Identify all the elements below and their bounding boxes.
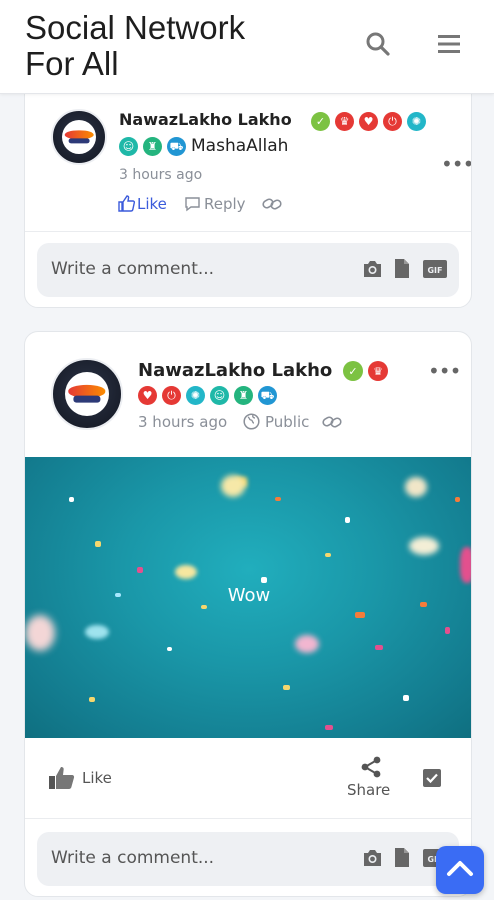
- comment-input[interactable]: Write a comment... GIF: [37, 832, 459, 886]
- menu-icon[interactable]: [437, 33, 461, 59]
- verified-badge-icon: ✓: [311, 112, 330, 131]
- smile-badge-icon: ☺: [210, 386, 229, 405]
- heart-badge-icon: ♥: [138, 386, 157, 405]
- sun-badge-icon: ✺: [186, 386, 205, 405]
- share-icon[interactable]: [360, 756, 382, 782]
- like-button[interactable]: Like: [137, 195, 167, 213]
- media-caption: Wow: [227, 585, 271, 606]
- link-icon[interactable]: [321, 413, 343, 435]
- thumbs-up-icon[interactable]: [118, 195, 136, 216]
- smile-badge-icon: ☺: [119, 137, 138, 156]
- comment-placeholder: Write a comment...: [51, 848, 215, 868]
- comment-author[interactable]: NawazLakho Lakho: [119, 110, 292, 129]
- post-time: 3 hours ago: [138, 413, 228, 431]
- search-icon[interactable]: [365, 31, 391, 61]
- camera-icon[interactable]: [362, 260, 383, 282]
- trophy-badge-icon: ♜: [143, 137, 162, 156]
- comment-text: MashaAllah: [191, 136, 289, 156]
- like-button[interactable]: Like: [82, 769, 112, 787]
- more-options-icon[interactable]: •••: [428, 361, 461, 381]
- checkbox-icon[interactable]: [422, 768, 442, 792]
- verified-badge-icon: ✓: [343, 361, 363, 381]
- chevron-up-icon: [446, 858, 474, 882]
- avatar[interactable]: [51, 358, 123, 430]
- top-bar: Social Network For All: [0, 0, 494, 94]
- power-badge-icon: ⏻: [162, 386, 181, 405]
- car-badge-icon: ⛟: [258, 386, 277, 405]
- car-badge-icon: ⛟: [167, 137, 186, 156]
- heart-badge-icon: ♥: [359, 112, 378, 131]
- post-card: NawazLakho Lakho ✓ ♛ ••• ♥ ⏻ ✺ ☺ ♜ ⛟ 3 h…: [24, 331, 472, 897]
- avatar[interactable]: [51, 109, 107, 165]
- post-image[interactable]: Wow: [25, 457, 471, 738]
- share-button[interactable]: Share: [347, 781, 390, 799]
- link-icon[interactable]: [261, 195, 283, 217]
- scroll-to-top-button[interactable]: [436, 846, 484, 894]
- crown-badge-icon: ♛: [335, 112, 354, 131]
- comment-time: 3 hours ago: [119, 167, 203, 183]
- trophy-badge-icon: ♜: [234, 386, 253, 405]
- power-badge-icon: ⏻: [383, 112, 402, 131]
- sun-badge-icon: ✺: [407, 112, 426, 131]
- app-title-line1: Social Network: [25, 9, 246, 46]
- post-privacy[interactable]: Public: [265, 413, 309, 431]
- globe-icon: [243, 413, 260, 434]
- thumbs-up-icon[interactable]: [49, 766, 76, 794]
- camera-icon[interactable]: [362, 849, 383, 871]
- crown-badge-icon: ♛: [368, 361, 388, 381]
- comment-card: NawazLakho Lakho ✓ ♛ ♥ ⏻ ✺ ☺ ♜ ⛟ MashaAl…: [24, 80, 472, 308]
- gif-icon[interactable]: GIF: [423, 260, 447, 282]
- app-title-line2: For All: [25, 45, 119, 82]
- reply-button[interactable]: Reply: [204, 195, 246, 213]
- app-title[interactable]: Social Network For All: [25, 10, 305, 82]
- post-author[interactable]: NawazLakho Lakho: [138, 360, 332, 381]
- more-options-icon[interactable]: •••: [441, 154, 471, 174]
- file-icon[interactable]: [394, 258, 410, 283]
- svg-text:GIF: GIF: [427, 266, 442, 275]
- file-icon[interactable]: [394, 847, 410, 872]
- comment-input[interactable]: Write a comment... GIF: [37, 243, 459, 297]
- comment-placeholder: Write a comment...: [51, 259, 215, 279]
- reply-icon[interactable]: [184, 196, 201, 216]
